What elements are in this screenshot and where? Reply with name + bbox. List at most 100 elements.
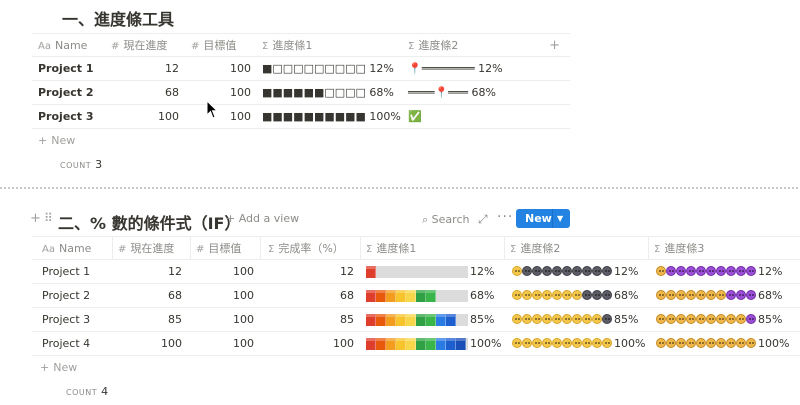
new-button[interactable]: New ▼ [516, 209, 570, 228]
table-row[interactable]: Project 4 100 100 100 100% 100% 100% [32, 332, 800, 356]
cat-face-icon [746, 338, 756, 348]
row-current: 100 [158, 110, 179, 123]
number-property-icon: # [196, 244, 205, 255]
table-row[interactable]: Project 3 85 100 85 85% 85% 85% [32, 308, 800, 332]
smiley-face-icon [512, 314, 522, 324]
smiley-face-icon [602, 338, 612, 348]
smiley-face-icon [582, 338, 592, 348]
color-progress-bar [366, 290, 468, 302]
row-bar3-percent: 85% [758, 313, 783, 326]
progress-segment [456, 338, 466, 350]
column-header-bar1[interactable]: Σ 進度條1 [366, 237, 416, 260]
row-current: 12 [165, 62, 179, 75]
table-1-header: Aa Name # 現在進度 # 目標值 Σ 進度條1 Σ 進度條2 + [32, 33, 570, 57]
progress-segment [406, 290, 416, 302]
column-header-target[interactable]: # 目標值 [196, 237, 241, 260]
row-name: Project 2 [38, 86, 94, 99]
table-row[interactable]: Project 2 68 100 68 68% 68% 68% [32, 284, 800, 308]
progress-segment [376, 314, 386, 326]
smiley-face-icon [562, 290, 572, 300]
row-target: 100 [233, 337, 254, 350]
column-header-current[interactable]: # 現在進度 [111, 34, 167, 57]
table-row[interactable]: Project 1 12 100 ■□□□□□□□□□ 12% 📍═══════… [32, 57, 570, 81]
row-rate: 12 [340, 265, 354, 278]
cat-face-icon [696, 338, 706, 348]
count-footer: COUNT 3 [32, 153, 570, 177]
search-button[interactable]: ⌕ Search [422, 213, 469, 227]
progress-segment [426, 338, 436, 350]
table-row[interactable]: Project 3 100 100 ■■■■■■■■■■ 100% ✅ [32, 105, 570, 129]
dark-face-icon [582, 266, 592, 276]
column-header-bar2[interactable]: Σ 進度條2 [510, 237, 560, 260]
smiley-face-icon [592, 338, 602, 348]
row-bar1-percent: 68% [470, 289, 495, 302]
column-header-bar3[interactable]: Σ 進度條3 [654, 237, 704, 260]
cat-face-icon [726, 338, 736, 348]
column-header-current[interactable]: # 現在進度 [118, 237, 174, 260]
cat-face-icon [706, 314, 716, 324]
column-header-name[interactable]: Aa Name [38, 34, 87, 57]
new-row-button[interactable]: + New [32, 129, 570, 153]
cat-face-icon [686, 338, 696, 348]
color-progress-bar [366, 338, 468, 350]
dark-face-icon [592, 290, 602, 300]
chevron-down-icon[interactable]: ▼ [557, 209, 563, 228]
column-header-rate[interactable]: Σ 完成率（%） [268, 237, 344, 260]
plus-icon: + [38, 134, 48, 147]
purple-devil-icon [666, 266, 676, 276]
progress-segment [376, 290, 386, 302]
plus-icon: + [40, 361, 50, 374]
row-current: 85 [168, 313, 182, 326]
smiley-face-icon [512, 266, 522, 276]
row-bar2-percent: 68% [614, 289, 639, 302]
row-current: 12 [168, 265, 182, 278]
dark-face-icon [532, 266, 542, 276]
table-row[interactable]: Project 1 12 100 12 12% 12% 12% [32, 260, 800, 284]
smiley-face-icon [592, 314, 602, 324]
row-bar2-percent: 12% [614, 265, 639, 278]
row-bar3-percent: 68% [758, 289, 783, 302]
progress-segment [406, 338, 416, 350]
cat-face-icon [716, 338, 726, 348]
smiley-face-icon [572, 314, 582, 324]
progress-segment [416, 338, 426, 350]
more-options-icon[interactable]: ··· [497, 209, 513, 225]
smiley-face-icon [582, 314, 592, 324]
color-progress-bar [366, 266, 468, 278]
count-value: 4 [101, 385, 109, 398]
smiley-face-icon [512, 290, 522, 300]
row-bar3-percent: 12% [758, 265, 783, 278]
mouse-cursor-icon [206, 100, 219, 119]
cat-face-icon [666, 314, 676, 324]
progress-segment [396, 290, 406, 302]
dark-face-icon [602, 266, 612, 276]
row-name: Project 4 [42, 337, 91, 350]
smiley-face-icon [562, 314, 572, 324]
formula-property-icon: Σ [654, 244, 661, 255]
formula-property-icon: Σ [510, 244, 517, 255]
column-header-bar1[interactable]: Σ 進度條1 [262, 34, 312, 57]
expand-icon[interactable]: ⤢ [478, 212, 488, 227]
column-header-bar2[interactable]: Σ 進度條2 [408, 34, 458, 57]
drag-handle-icon[interactable]: ⠿ [44, 211, 53, 225]
cat-face-icon [706, 290, 716, 300]
column-header-name[interactable]: Aa Name [42, 237, 91, 260]
column-header-target[interactable]: # 目標值 [191, 34, 236, 57]
count-label: COUNT [60, 161, 92, 170]
progress-segment [366, 338, 376, 350]
smiley-face-icon [552, 338, 562, 348]
plus-icon: + [226, 212, 239, 225]
cat-face-icon [716, 314, 726, 324]
new-row-button[interactable]: + New [32, 356, 800, 380]
progress-segment [426, 290, 436, 302]
smiley-face-icon [522, 290, 532, 300]
add-column-icon[interactable]: + [549, 34, 560, 57]
progress-segment [426, 314, 436, 326]
add-view-button[interactable]: + Add a view [226, 212, 299, 225]
progress-segment [376, 338, 386, 350]
table-row[interactable]: Project 2 68 100 ■■■■■■□□□□ 68% ════📍═══… [32, 81, 570, 105]
number-property-icon: # [111, 41, 120, 52]
purple-devil-icon [726, 290, 736, 300]
cat-face-icon [736, 338, 746, 348]
add-block-icon[interactable]: + [30, 211, 41, 226]
